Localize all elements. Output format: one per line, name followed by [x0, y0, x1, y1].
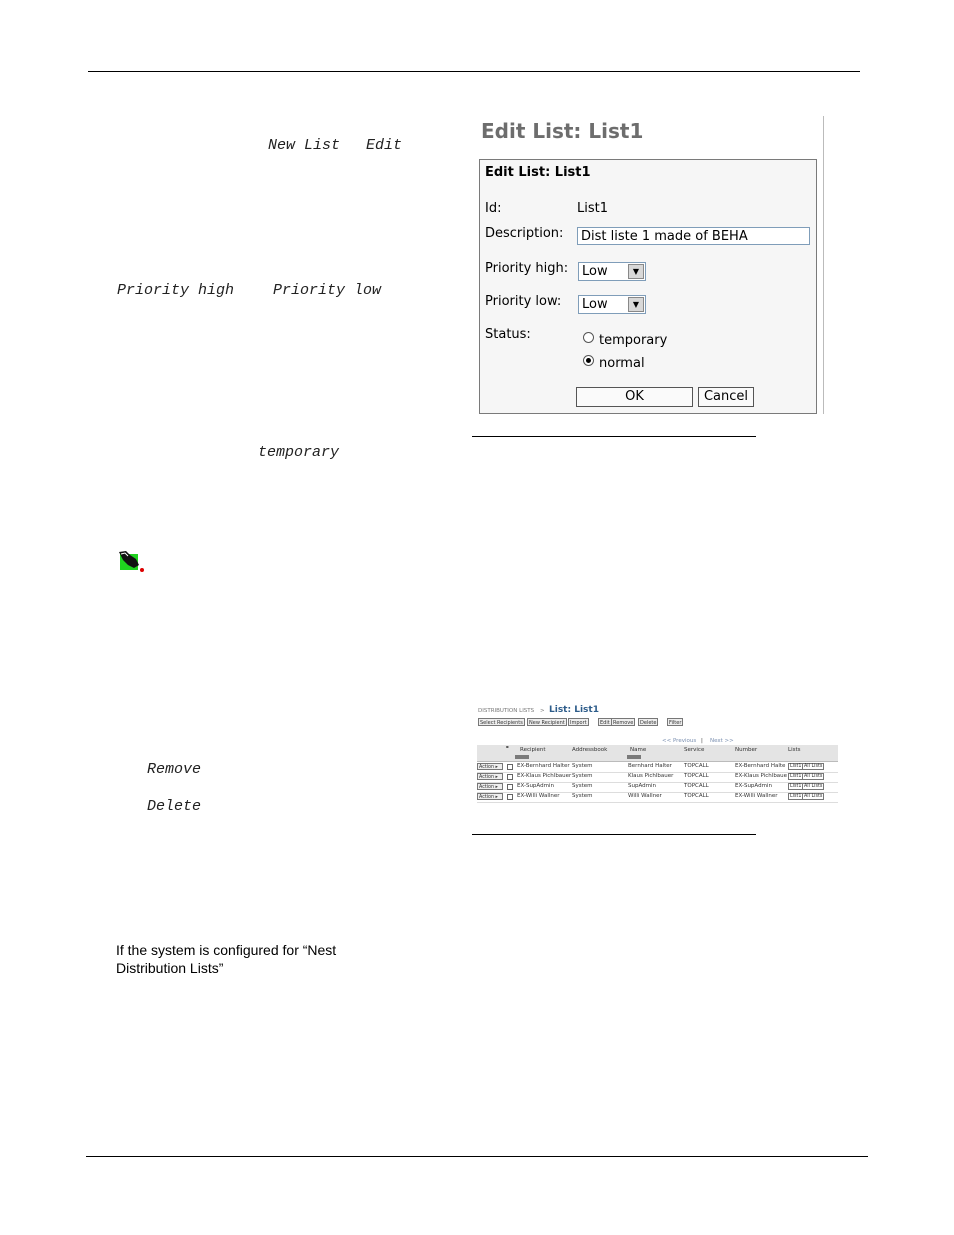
chevron-down-icon[interactable]: ▼ — [628, 297, 644, 312]
inline-delete: Delete — [147, 798, 202, 815]
cell-addressbook: System — [572, 783, 593, 789]
inline-priority-low: Priority low — [273, 282, 382, 299]
cell-number: EX-Bernhard Halte — [735, 763, 786, 769]
status-label: Status: — [485, 327, 531, 342]
cell-addressbook: System — [572, 773, 593, 779]
ok-button[interactable]: OK — [576, 387, 693, 407]
select-recipient-icon — [119, 551, 144, 572]
priority-high-label: Priority high: — [485, 261, 569, 276]
priority-low-select[interactable]: Low ▼ — [578, 295, 646, 314]
inline-new-list: New List — [268, 137, 341, 154]
priority-low-label: Priority low: — [485, 294, 562, 309]
id-value: List1 — [577, 201, 608, 216]
status-normal-label: normal — [599, 356, 645, 371]
distribution-list-screenshot: DISTRIBUTION LISTS > List: List1 Select … — [472, 704, 838, 814]
action-button[interactable]: Action ▸ — [477, 763, 503, 770]
priority-low-value: Low — [582, 297, 608, 312]
cell-addressbook: System — [572, 763, 593, 769]
col-lists[interactable]: Lists — [788, 747, 800, 753]
row-checkbox[interactable] — [507, 784, 513, 790]
nest-paragraph: If the system is configured for “Nest Di… — [116, 941, 336, 977]
form-title: Edit List: List1 — [485, 165, 591, 180]
delete-button[interactable]: Delete — [638, 718, 659, 726]
figure-caption-rule-1 — [472, 436, 756, 437]
cell-number: EX-Willi Wallner — [735, 793, 778, 799]
cell-name: Bernhard Halter — [628, 763, 672, 769]
cell-name: Willi Wallner — [628, 793, 662, 799]
inline-remove: Remove — [147, 761, 202, 778]
filter-box-name[interactable] — [627, 755, 641, 759]
cell-name: Klaus Pichlbauer — [628, 773, 674, 779]
row-checkbox[interactable] — [507, 764, 513, 770]
inline-priority-high: Priority high — [117, 282, 235, 299]
cell-recipient[interactable]: EX-SupAdmin — [517, 783, 554, 789]
all-lists-button[interactable]: All Lists — [802, 783, 825, 790]
inline-temporary: temporary — [258, 444, 340, 461]
chevron-down-icon[interactable]: ▼ — [628, 264, 644, 279]
col-number[interactable]: Number — [735, 747, 757, 753]
cell-addressbook: System — [572, 793, 593, 799]
action-button[interactable]: Action ▸ — [477, 773, 503, 780]
edit-list-form: Edit List: List1 Id: List1 Description: … — [479, 159, 817, 414]
figure-caption-rule-2 — [472, 834, 756, 835]
row-checkbox[interactable] — [507, 794, 513, 800]
header-rule — [88, 71, 860, 72]
inline-edit: Edit — [366, 137, 403, 154]
cell-number: EX-Klaus Pichlbaue — [735, 773, 788, 779]
pager-previous[interactable]: << Previous — [662, 738, 696, 744]
cell-number: EX-SupAdmin — [735, 783, 772, 789]
remove-button[interactable]: Remove — [611, 718, 636, 726]
cell-recipient[interactable]: EX-Klaus Pichlbauer — [517, 773, 571, 779]
new-recipient-button[interactable]: New Recipient — [527, 718, 567, 726]
description-label: Description: — [485, 226, 564, 241]
edit-list-heading: Edit List: List1 — [481, 119, 644, 143]
col-service[interactable]: Service — [684, 747, 704, 753]
edit-list-screenshot: Edit List: List1 Edit List: List1 Id: Li… — [472, 116, 824, 414]
cell-service: TOPCALL — [684, 773, 709, 779]
breadcrumb-separator: > — [540, 708, 545, 714]
link-icon: ⚭ — [505, 745, 510, 751]
footer-rule — [86, 1156, 868, 1157]
row-checkbox[interactable] — [507, 774, 513, 780]
table-row: Action ▸ EX-Willi Wallner System Willi W… — [477, 792, 838, 803]
nest-line-2: Distribution Lists” — [116, 960, 224, 976]
cell-recipient[interactable]: EX-Willi Wallner — [517, 793, 560, 799]
col-name[interactable]: Name — [630, 747, 646, 753]
filter-box-recipient[interactable] — [515, 755, 529, 759]
pager-next[interactable]: Next >> — [710, 738, 734, 744]
breadcrumb[interactable]: DISTRIBUTION LISTS — [478, 708, 534, 714]
cell-service: TOPCALL — [684, 783, 709, 789]
col-addressbook[interactable]: Addressbook — [572, 747, 607, 753]
nest-line-1: If the system is configured for “Nest — [116, 942, 337, 958]
cell-name: SupAdmin — [628, 783, 656, 789]
action-button[interactable]: Action ▸ — [477, 793, 503, 800]
status-temporary-radio[interactable] — [583, 332, 594, 343]
all-lists-button[interactable]: All Lists — [802, 763, 825, 770]
list-title: List: List1 — [549, 705, 599, 715]
cell-service: TOPCALL — [684, 763, 709, 769]
description-input[interactable]: Dist liste 1 made of BEHA — [577, 227, 810, 245]
col-recipient[interactable]: Recipient — [520, 747, 546, 753]
priority-high-value: Low — [582, 264, 608, 279]
all-lists-button[interactable]: All Lists — [802, 773, 825, 780]
all-lists-button[interactable]: All Lists — [802, 793, 825, 800]
pager-separator: | — [701, 738, 703, 744]
cell-service: TOPCALL — [684, 793, 709, 799]
status-temporary-label: temporary — [599, 333, 668, 348]
id-label: Id: — [485, 201, 502, 216]
action-button[interactable]: Action ▸ — [477, 783, 503, 790]
edit-button[interactable]: Edit — [598, 718, 612, 726]
priority-high-select[interactable]: Low ▼ — [578, 262, 646, 281]
cell-recipient[interactable]: EX-Bernhard Halter — [517, 763, 570, 769]
select-recipients-button[interactable]: Select Recipients — [478, 718, 525, 726]
cancel-button[interactable]: Cancel — [698, 387, 754, 407]
table-header: ⚭ Recipient Addressbook Name Service Num… — [477, 745, 838, 762]
import-button[interactable]: Import — [568, 718, 589, 726]
filter-button[interactable]: Filter — [667, 718, 684, 726]
status-normal-radio[interactable] — [583, 355, 594, 366]
